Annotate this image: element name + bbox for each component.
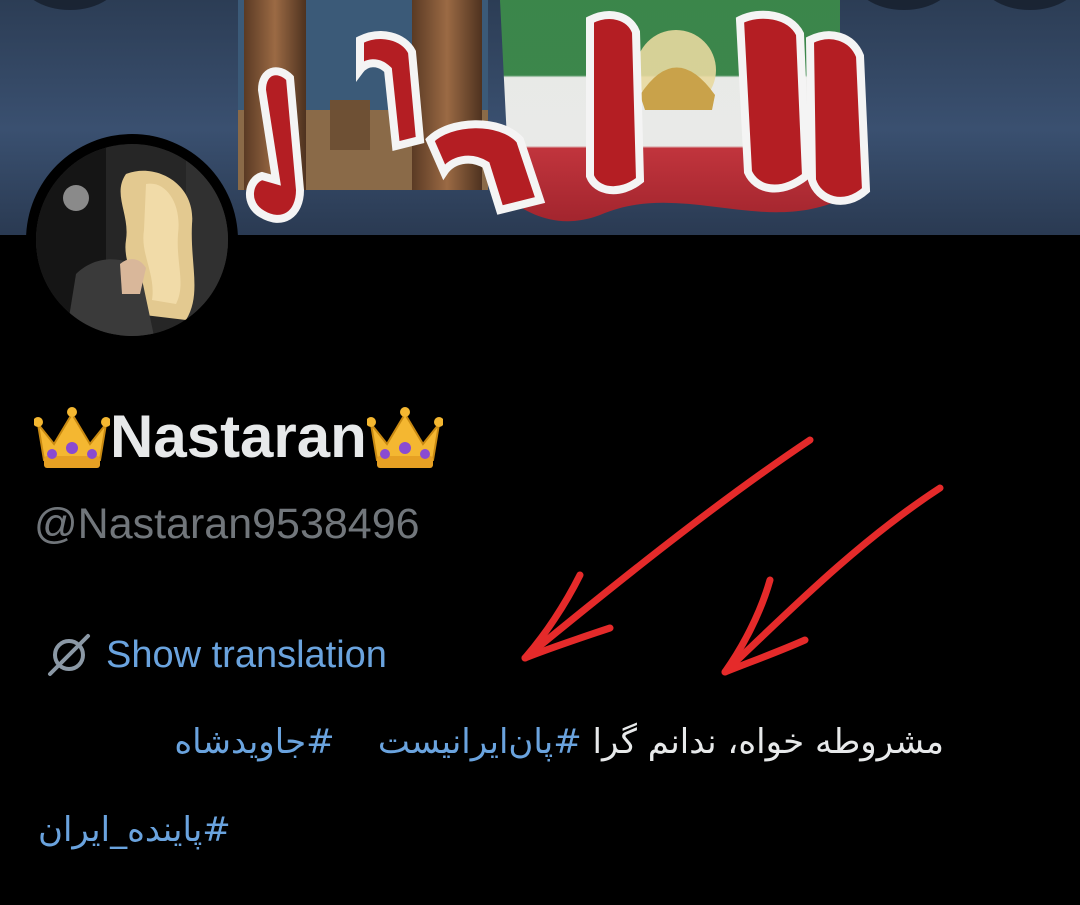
hashtag-link[interactable]: #پاینده_ایران <box>38 810 231 850</box>
translate-icon <box>48 634 90 676</box>
display-name: Nastaran <box>34 396 443 476</box>
annotation-arrow-head <box>521 571 614 662</box>
profile-page: Nastaran @Nastaran9538496 Show translati… <box>0 0 1080 905</box>
hashtag-link[interactable]: #جاویدشاه <box>174 722 334 762</box>
bio-text: مشروطه خواه، ندانم گرا <box>592 722 945 762</box>
crown-emoji-icon <box>34 407 110 468</box>
show-translation-label: Show translation <box>106 633 387 676</box>
crown-emoji-icon <box>366 407 443 468</box>
show-translation-button[interactable]: Show translation <box>44 627 387 683</box>
avatar[interactable] <box>26 134 238 346</box>
display-name-text: Nastaran <box>110 402 367 470</box>
bio-line: مشروطه خواه، ندانم گرا #پان‌ایرانیست #جا… <box>174 722 944 762</box>
user-handle: @Nastaran9538496 <box>34 500 420 548</box>
annotation-arrow <box>721 484 944 676</box>
hashtag-link[interactable]: #پان‌ایرانیست <box>378 722 582 762</box>
avatar-image <box>36 144 228 336</box>
annotation-arrow <box>521 436 814 662</box>
bio-line: #پاینده_ایران <box>38 810 231 850</box>
annotation-arrow-head <box>721 576 809 676</box>
